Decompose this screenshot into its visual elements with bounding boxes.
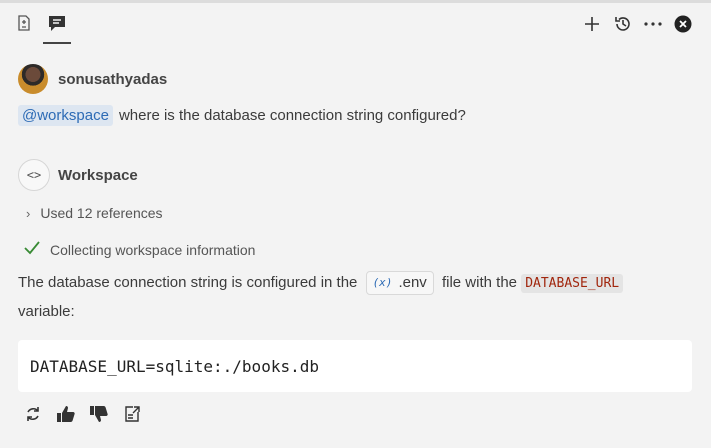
new-chat-icon[interactable] <box>581 13 603 35</box>
answer-part-3: variable: <box>18 303 75 320</box>
answer-part-2: file with the <box>441 274 518 291</box>
references-toggle[interactable]: › Used 12 references <box>26 205 163 221</box>
env-file-link[interactable]: (x) .env <box>365 271 434 296</box>
chat-toolbar <box>0 3 711 47</box>
more-icon[interactable] <box>642 13 664 35</box>
code-line: DATABASE_URL=sqlite:./books.db <box>30 356 319 376</box>
progress-label: Collecting workspace information <box>50 241 256 258</box>
user-header: sonusathyadas <box>18 63 167 95</box>
variable-icon: (x) <box>372 276 393 290</box>
feedback-bar <box>22 403 154 425</box>
question-text: where is the database connection string … <box>118 107 466 124</box>
edits-tab-icon[interactable] <box>14 13 34 33</box>
references-label: Used 12 references <box>40 205 163 221</box>
chat-tab-icon[interactable] <box>47 13 67 33</box>
retry-icon[interactable] <box>22 403 44 425</box>
inline-code-variable: DATABASE_URL <box>521 274 624 293</box>
user-question: @workspace where is the database connect… <box>18 105 466 126</box>
chevron-right-icon: › <box>26 205 31 221</box>
answer-part-1: The database connection string is config… <box>18 274 358 291</box>
history-icon[interactable] <box>612 13 634 35</box>
code-block: DATABASE_URL=sqlite:./books.db <box>18 340 692 392</box>
username: sonusathyadas <box>58 70 168 88</box>
agent-header: <> Workspace <box>18 159 138 191</box>
insert-into-new-file-icon[interactable] <box>121 403 143 425</box>
close-icon[interactable] <box>672 13 694 35</box>
active-tab-indicator <box>43 42 71 44</box>
avatar <box>18 64 48 94</box>
progress-item: Collecting workspace information <box>24 241 255 258</box>
thumbs-up-icon[interactable] <box>55 403 77 425</box>
agent-name: Workspace <box>58 166 138 184</box>
answer-text: The database connection string is config… <box>18 269 688 326</box>
workspace-mention[interactable]: @workspace <box>18 105 113 126</box>
check-icon <box>24 241 40 258</box>
thumbs-down-icon[interactable] <box>88 403 110 425</box>
code-brackets-icon: <> <box>18 159 50 191</box>
file-name: .env <box>398 274 427 292</box>
